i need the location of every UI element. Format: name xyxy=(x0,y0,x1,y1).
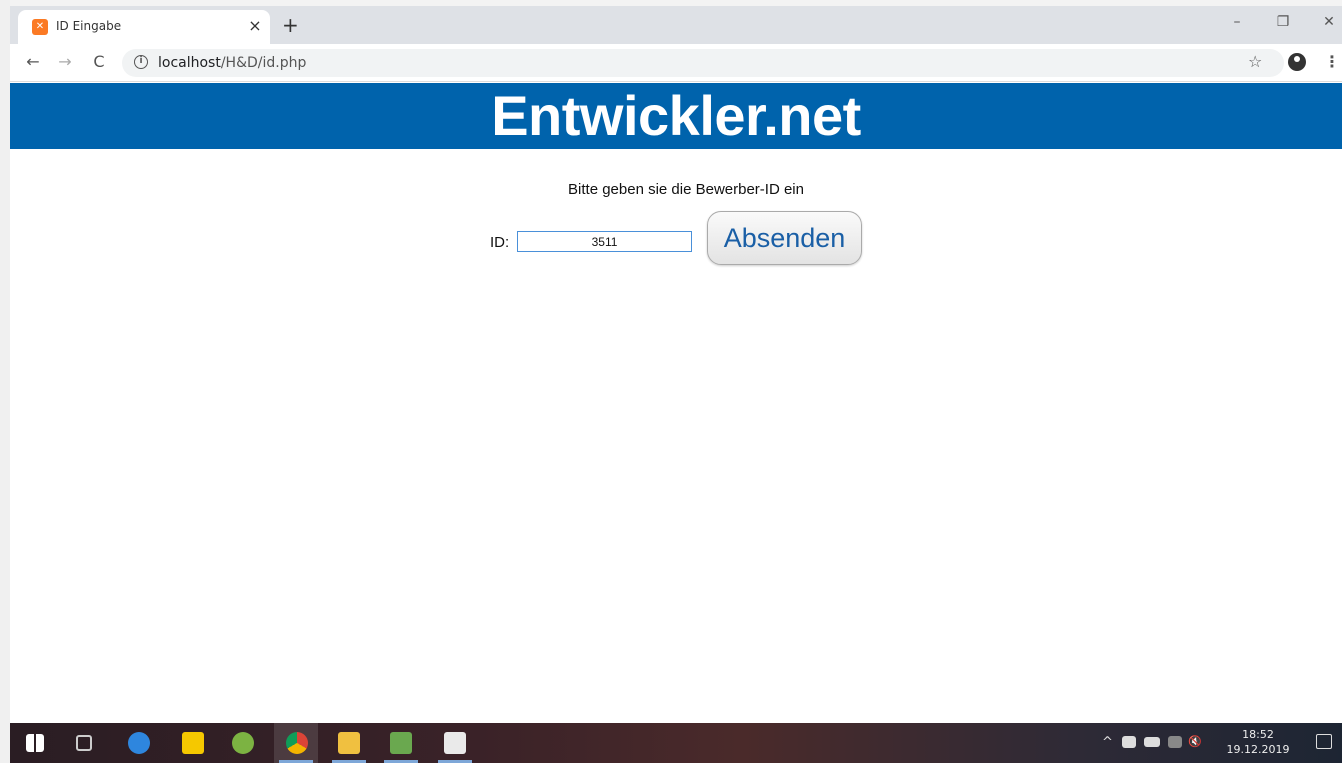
new-tab-button[interactable]: + xyxy=(282,13,299,37)
id-prompt-text: Bitte geben sie die Bewerber-ID ein xyxy=(568,181,804,198)
tab-strip: ✕ ID Eingabe × + – ❐ ✕ xyxy=(10,6,1342,44)
file-explorer-icon[interactable] xyxy=(338,732,360,754)
tray-chevron-icon[interactable]: ^ xyxy=(1102,735,1113,750)
page-content: Entwickler.net Bitte geben sie die Bewer… xyxy=(10,83,1342,723)
windows-taskbar: ^ 🔇 18:52 19.12.2019 xyxy=(10,723,1342,763)
id-input[interactable] xyxy=(517,231,692,252)
task-view-icon[interactable] xyxy=(76,735,92,751)
back-button[interactable]: ← xyxy=(22,52,44,71)
battery-icon[interactable] xyxy=(1144,737,1160,747)
photos-icon[interactable] xyxy=(444,732,466,754)
clock-time: 18:52 xyxy=(1242,728,1274,741)
browser-menu-icon[interactable]: ⋮ xyxy=(1324,52,1340,71)
tab-close-icon[interactable]: × xyxy=(246,16,264,35)
app-globe-icon[interactable] xyxy=(128,732,150,754)
restore-button[interactable]: ❐ xyxy=(1268,14,1298,30)
dropbox-icon[interactable] xyxy=(1122,736,1136,748)
tab-title: ID Eingabe xyxy=(56,19,122,33)
profile-avatar-icon[interactable] xyxy=(1288,53,1306,71)
url-text: localhost/H&D/id.php xyxy=(158,55,306,71)
address-bar[interactable]: i localhost/H&D/id.php xyxy=(122,49,1284,77)
bookmark-star-icon[interactable]: ☆ xyxy=(1248,52,1262,71)
desktop-edge xyxy=(0,0,10,763)
android-studio-icon[interactable] xyxy=(232,732,254,754)
windows-start-icon[interactable] xyxy=(26,734,44,752)
clock-date: 19.12.2019 xyxy=(1226,743,1290,756)
screen: ✕ ID Eingabe × + – ❐ ✕ ← → C i localhost… xyxy=(0,0,1342,763)
chrome-icon[interactable] xyxy=(286,732,308,754)
image-editor-icon[interactable] xyxy=(390,732,412,754)
minimize-button[interactable]: – xyxy=(1222,14,1252,30)
id-label: ID: xyxy=(490,234,510,251)
forward-button[interactable]: → xyxy=(54,52,76,71)
site-banner: Entwickler.net xyxy=(10,83,1342,149)
browser-toolbar: ← → C i localhost/H&D/id.php ☆ ⋮ xyxy=(10,44,1342,82)
sticky-notes-icon[interactable] xyxy=(182,732,204,754)
site-title: Entwickler.net xyxy=(491,84,861,147)
wifi-icon[interactable] xyxy=(1168,736,1182,748)
submit-button[interactable]: Absenden xyxy=(707,211,862,265)
url-host: localhost xyxy=(158,55,221,71)
close-window-button[interactable]: ✕ xyxy=(1314,14,1342,30)
clock[interactable]: 18:52 19.12.2019 xyxy=(1218,727,1298,757)
sound-muted-icon[interactable]: 🔇 xyxy=(1188,735,1202,748)
tab-id-eingabe[interactable]: ✕ ID Eingabe × xyxy=(18,10,270,44)
browser-window: ✕ ID Eingabe × + – ❐ ✕ ← → C i localhost… xyxy=(10,6,1342,723)
url-path: /H&D/id.php xyxy=(220,55,307,71)
action-center-icon[interactable] xyxy=(1316,734,1332,749)
reload-button[interactable]: C xyxy=(88,52,110,71)
info-icon[interactable]: i xyxy=(134,55,148,69)
xampp-favicon-icon: ✕ xyxy=(32,19,48,35)
